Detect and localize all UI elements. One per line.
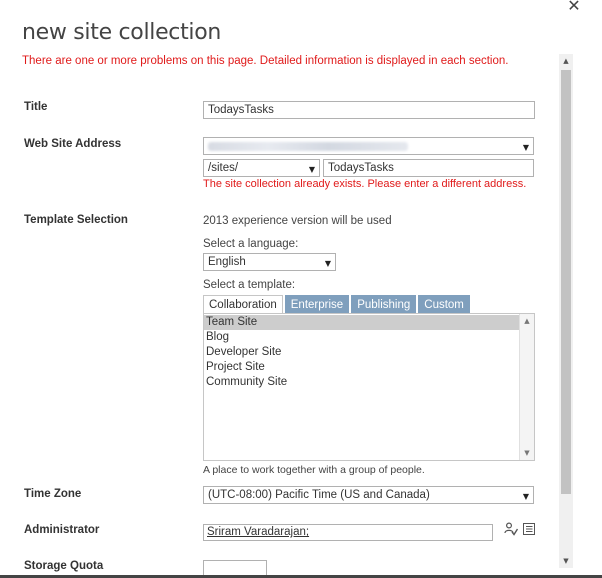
template-listbox[interactable]: Team Site Blog Developer Site Project Si… <box>203 313 535 461</box>
template-label: Select a template: <box>203 279 296 291</box>
language-select[interactable]: English ▼ <box>203 253 336 271</box>
scroll-down-icon[interactable]: ▼ <box>559 555 573 567</box>
path-select-value: /sites/ <box>208 162 239 174</box>
time-zone-value: (UTC-08:00) Pacific Time (US and Canada) <box>208 489 430 501</box>
administrator-people-picker[interactable]: Sriram Varadarajan; <box>203 524 493 541</box>
title-label: Title <box>24 101 48 113</box>
scroll-up-icon[interactable]: ▲ <box>520 315 534 327</box>
address-book-icon[interactable] <box>522 522 536 536</box>
language-label: Select a language: <box>203 238 299 250</box>
page-title: new site collection <box>22 20 222 45</box>
administrator-label: Administrator <box>24 524 100 536</box>
dialog-content: new site collection There are one or mor… <box>0 0 558 578</box>
dropdown-arrow-icon: ▼ <box>308 165 315 174</box>
people-picker-tools <box>504 522 536 536</box>
dialog-scrollbar[interactable]: ▲ ▼ <box>559 54 573 568</box>
scroll-up-icon[interactable]: ▲ <box>559 55 573 67</box>
template-item-developer-site[interactable]: Developer Site <box>204 345 520 360</box>
storage-quota-label: Storage Quota <box>24 560 104 572</box>
host-url-value-redacted <box>208 142 408 151</box>
close-dialog-icon[interactable]: ✕ <box>566 0 582 14</box>
language-select-value: English <box>208 256 246 268</box>
dropdown-arrow-icon: ▼ <box>522 143 529 152</box>
dropdown-arrow-icon: ▼ <box>522 492 529 501</box>
path-select[interactable]: /sites/ ▼ <box>203 159 320 177</box>
template-list-scrollbar[interactable]: ▲ ▼ <box>519 314 534 460</box>
template-item-blog[interactable]: Blog <box>204 330 520 345</box>
tab-publishing[interactable]: Publishing <box>351 295 417 314</box>
template-description: A place to work together with a group of… <box>203 464 425 476</box>
template-selection-label: Template Selection <box>24 214 128 226</box>
template-item-community-site[interactable]: Community Site <box>204 375 520 390</box>
template-tabs: Collaboration Enterprise Publishing Cust… <box>203 295 472 314</box>
tab-custom[interactable]: Custom <box>418 295 470 314</box>
check-names-icon[interactable] <box>504 522 518 536</box>
tab-collaboration[interactable]: Collaboration <box>203 295 283 314</box>
scroll-down-icon[interactable]: ▼ <box>520 447 534 459</box>
experience-version-note: 2013 experience version will be used <box>203 215 392 227</box>
dropdown-arrow-icon: ▼ <box>324 259 331 268</box>
url-error-message: The site collection already exists. Plea… <box>203 178 527 190</box>
template-list: Team Site Blog Developer Site Project Si… <box>204 315 520 390</box>
web-address-label: Web Site Address <box>24 138 122 150</box>
template-item-project-site[interactable]: Project Site <box>204 360 520 375</box>
administrator-resolved-name: Sriram Varadarajan; <box>207 526 310 538</box>
template-item-team-site[interactable]: Team Site <box>204 315 520 330</box>
scrollbar-thumb[interactable] <box>561 70 571 494</box>
url-name-input[interactable]: TodaysTasks <box>323 159 534 177</box>
time-zone-label: Time Zone <box>24 488 82 500</box>
tab-enterprise[interactable]: Enterprise <box>284 295 350 314</box>
title-input[interactable]: TodaysTasks <box>203 101 535 119</box>
time-zone-select[interactable]: (UTC-08:00) Pacific Time (US and Canada)… <box>203 486 534 504</box>
error-summary: There are one or more problems on this p… <box>22 55 509 67</box>
host-select[interactable]: ▼ <box>203 137 534 155</box>
